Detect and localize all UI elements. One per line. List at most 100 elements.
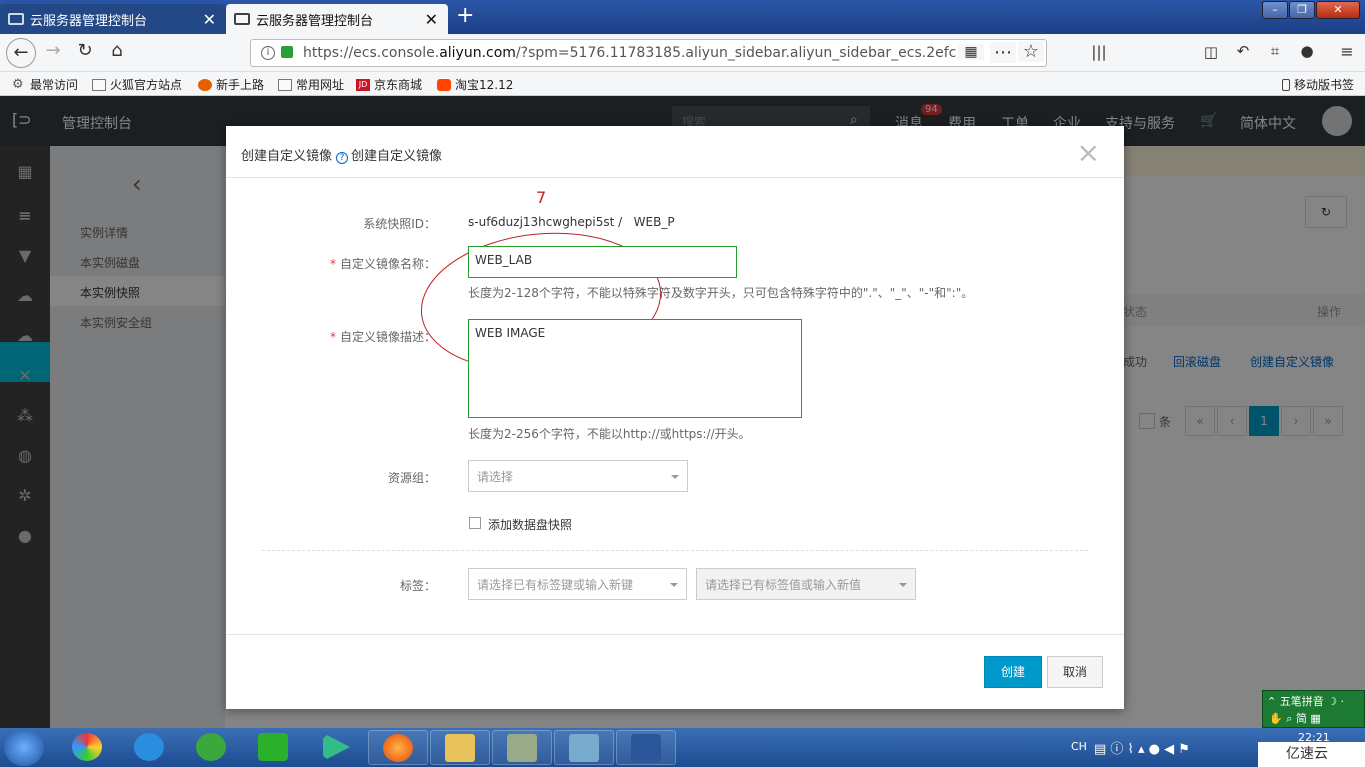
- more-icon[interactable]: ⋯: [990, 42, 1016, 63]
- dialog-close-icon[interactable]: ×: [1077, 136, 1100, 169]
- taskbar-browser[interactable]: [182, 730, 242, 765]
- ime-simplified: 简: [1295, 712, 1307, 725]
- bookmark-label: 最常访问: [30, 78, 79, 92]
- app-icon: [569, 734, 599, 762]
- url-bar[interactable]: i https://ecs.console.aliyun.com/?spm=51…: [250, 39, 1047, 67]
- tray-icons[interactable]: ▤ ⓘ ⌇ ▴ ● ◀ ⚑: [1094, 738, 1190, 757]
- chat-icon[interactable]: ●: [1294, 42, 1320, 60]
- ime-status-row: ✋ ⌕ 简 ▦: [1269, 712, 1321, 725]
- sidebar-icon[interactable]: ◫: [1198, 43, 1224, 61]
- home-icon[interactable]: ⌂: [104, 40, 130, 61]
- aliyun-icon: [234, 13, 250, 25]
- qr-code-icon[interactable]: ▦: [958, 44, 984, 60]
- image-name-label-row: * 自定义镜像名称：: [329, 257, 436, 271]
- bookmark-taobao[interactable]: 淘宝12.12: [437, 76, 513, 93]
- library-icon[interactable]: |||: [1086, 43, 1112, 61]
- help-link[interactable]: 创建自定义镜像: [351, 149, 442, 164]
- watermark: 亿速云: [1258, 742, 1365, 767]
- taskbar-word[interactable]: [616, 730, 676, 765]
- cancel-button[interactable]: 取消: [1047, 656, 1103, 688]
- lang-indicator[interactable]: CH: [1071, 740, 1087, 753]
- undo-icon[interactable]: ↶: [1230, 42, 1256, 60]
- resource-group-label: 资源组：: [387, 471, 436, 485]
- tab-title: 云服务器管理控制台: [256, 13, 374, 29]
- ime-mode-row: ⌃ 五笔拼音 ☽ ·: [1267, 695, 1345, 708]
- window-close-button[interactable]: ✕: [1316, 1, 1360, 19]
- start-button[interactable]: [4, 729, 44, 766]
- folder-icon: [445, 734, 475, 762]
- lock-icon: [281, 46, 293, 58]
- bookmark-label: 火狐官方站点: [110, 78, 183, 92]
- bookmark-most-visited[interactable]: ⚙ 最常访问: [12, 76, 78, 93]
- tab-close-button[interactable]: ✕: [425, 10, 438, 29]
- taskbar-app-8[interactable]: [492, 730, 552, 765]
- reload-icon[interactable]: ↻: [72, 40, 98, 61]
- image-desc-label: 自定义镜像描述：: [339, 330, 436, 344]
- forward-button[interactable]: →: [40, 40, 66, 61]
- taskbar-player[interactable]: [306, 730, 366, 765]
- jd-icon: JD: [356, 78, 370, 91]
- app-icon: [507, 734, 537, 762]
- dialog-footer-divider: [226, 634, 1124, 635]
- back-button[interactable]: ←: [6, 38, 36, 68]
- image-desc-textarea[interactable]: WEB IMAGE: [468, 319, 802, 418]
- datadisk-checkbox[interactable]: [469, 517, 481, 529]
- iqiyi-icon: [258, 733, 288, 761]
- taskbar-app-1[interactable]: [58, 730, 118, 765]
- image-name-input[interactable]: WEB_LAB: [468, 246, 737, 278]
- restore-button[interactable]: ❐: [1289, 1, 1315, 19]
- aliyun-icon: [8, 13, 24, 25]
- app-icon: [72, 733, 102, 761]
- ime-toolbar[interactable]: ⌃ 五笔拼音 ☽ · ✋ ⌕ 简 ▦: [1262, 690, 1365, 728]
- image-desc-hint: 长度为2-256个字符，不能以http://或https://开头。: [468, 427, 751, 441]
- taskbar-app-9[interactable]: [554, 730, 614, 765]
- taobao-icon: [437, 78, 451, 91]
- resource-group-select[interactable]: 请选择: [468, 460, 688, 492]
- bookmark-jd[interactable]: JD 京东商城: [356, 76, 422, 93]
- crop-icon[interactable]: ⌗: [1262, 42, 1288, 60]
- bookmark-label: 常用网址: [296, 78, 345, 92]
- dialog-title-row: 创建自定义镜像? 创建自定义镜像: [241, 145, 442, 164]
- image-name-hint: 长度为2-128个字符，不能以特殊字符及数字开头，只可包含特殊字符中的"."、"…: [468, 286, 974, 300]
- taskbar-firefox[interactable]: [368, 730, 428, 765]
- taskbar-explorer[interactable]: [430, 730, 490, 765]
- bookmark-common-sites[interactable]: 常用网址: [278, 76, 344, 93]
- create-button[interactable]: 创建: [984, 656, 1042, 688]
- bookmark-getting-started[interactable]: 新手上路: [198, 76, 264, 93]
- firefox-icon: [383, 734, 413, 762]
- browser-icon: [196, 733, 226, 761]
- gear-icon: ⚙: [12, 76, 24, 92]
- tab-close-button[interactable]: ✕: [203, 10, 216, 29]
- bookmark-label: 移动版书签: [1294, 78, 1355, 92]
- word-icon: [631, 734, 661, 762]
- info-icon[interactable]: i: [261, 46, 275, 60]
- ie-icon: [134, 733, 164, 761]
- bookmark-label: 京东商城: [374, 78, 423, 92]
- folder-icon: [92, 78, 106, 91]
- tag-value-select[interactable]: 请选择已有标签值或输入新值: [696, 568, 916, 600]
- ime-mode: 五笔拼音: [1279, 695, 1324, 708]
- bookmark-star-icon[interactable]: ☆: [1018, 41, 1044, 62]
- taskbar-ie[interactable]: [120, 730, 180, 765]
- browser-tab-1[interactable]: 云服务器管理控制台 ✕: [0, 4, 226, 34]
- url-domain: aliyun.com: [439, 45, 516, 61]
- snapshot-id-label: 系统快照ID：: [363, 217, 436, 231]
- tag-label: 标签：: [399, 579, 436, 593]
- help-icon[interactable]: ?: [336, 152, 349, 164]
- annotation-number: 7: [536, 188, 547, 207]
- dialog-title: 创建自定义镜像: [241, 149, 333, 164]
- dialog-header: 创建自定义镜像? 创建自定义镜像 ×: [226, 126, 1124, 178]
- datadisk-label: 添加数据盘快照: [488, 518, 573, 532]
- bookmark-mobile[interactable]: 移动版书签: [1282, 76, 1354, 93]
- browser-tab-2-active[interactable]: 云服务器管理控制台 ✕: [226, 4, 448, 34]
- bookmark-firefox-site[interactable]: 火狐官方站点: [92, 76, 182, 93]
- play-icon: [323, 733, 350, 761]
- menu-icon[interactable]: ≡: [1334, 42, 1360, 61]
- snapshot-id-value: s-uf6duzj13hcwghepi5st / WEB_P: [468, 215, 675, 229]
- firefox-icon: [198, 78, 212, 91]
- new-tab-button[interactable]: +: [456, 3, 474, 28]
- tag-key-select[interactable]: 请选择已有标签键或输入新键: [468, 568, 687, 600]
- taskbar-iqiyi[interactable]: [244, 730, 304, 765]
- create-image-dialog: 创建自定义镜像? 创建自定义镜像 × 7 系统快照ID： s-uf6duzj13h…: [226, 126, 1124, 709]
- minimize-button[interactable]: –: [1262, 1, 1288, 19]
